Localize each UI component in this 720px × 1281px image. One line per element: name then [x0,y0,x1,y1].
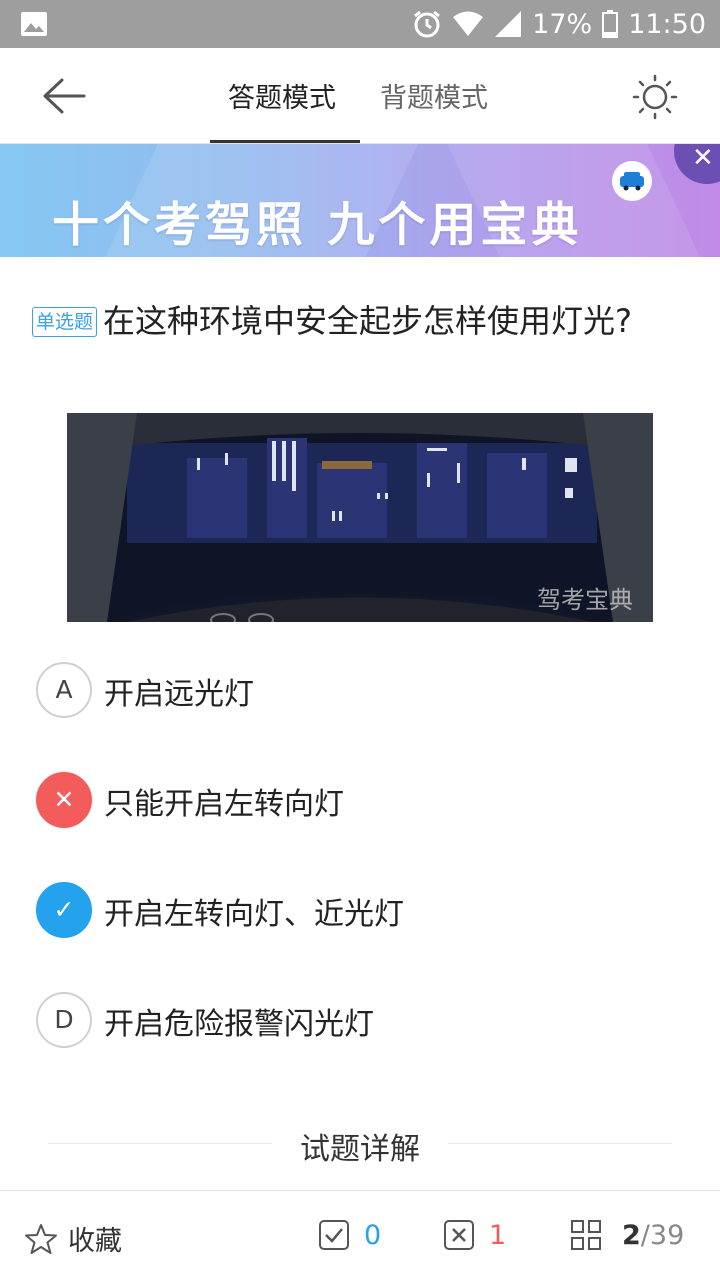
close-banner-button[interactable]: ✕ [674,144,720,184]
wrong-count-button[interactable]: 1 [443,1219,506,1251]
wrong-count: 1 [489,1219,507,1251]
alarm-icon [412,9,442,39]
favorite-button[interactable]: 收藏 [24,1219,122,1258]
battery-icon [602,10,619,38]
question-type-badge: 单选题 [32,307,98,337]
option-d[interactable]: D 开启危险报警闪光灯 [36,992,676,1048]
arrow-left-icon [43,78,86,114]
right-count-button[interactable]: 0 [318,1219,381,1251]
question-image: 驾考宝典 [67,413,653,622]
active-tab-indicator [210,140,360,143]
favorite-label: 收藏 [68,1226,122,1257]
grid-icon [571,1220,601,1250]
sun-icon [632,74,678,120]
option-text: 开启远光灯 [104,677,254,712]
clock: 11:50 [628,8,706,40]
image-watermark: 驾考宝典 [537,586,633,614]
tab-memorize-mode[interactable]: 背题模式 [380,76,488,115]
battery-percent: 17% [532,8,593,40]
total-questions: /39 [640,1219,685,1251]
back-button[interactable] [40,76,88,116]
option-c-correct[interactable]: ✓ 开启左转向灯、近光灯 [36,882,676,938]
bottom-bar: 收藏 0 1 2/39 [0,1190,720,1281]
status-bar: 17% 11:50 [0,0,720,48]
star-icon [25,1223,57,1254]
option-marker: A [36,662,92,718]
check-mark-icon: ✓ [36,882,92,938]
option-a[interactable]: A 开启远光灯 [36,662,676,718]
banner-slogan: 十个考驾照 九个用宝典 [52,198,583,253]
theme-toggle-button[interactable] [632,74,678,120]
explanation-title: 试题详解 [300,1132,420,1167]
option-text: 只能开启左转向灯 [104,787,344,822]
divider [448,1143,672,1144]
signal-icon [494,10,522,38]
car-logo-icon [612,161,652,201]
option-marker: D [36,992,92,1048]
checkbox-checked-icon [319,1220,349,1250]
option-text: 开启左转向灯、近光灯 [104,897,404,932]
question-list-button[interactable]: 2/39 [570,1219,684,1251]
image-icon [20,11,48,41]
wifi-icon [452,11,484,37]
tab-answer-mode[interactable]: 答题模式 [228,76,336,115]
close-icon: ✕ [692,144,714,173]
question-text: 在这种环境中安全起步怎样使用灯光? [103,302,633,340]
top-nav: 答题模式 背题模式 [0,48,720,144]
wrong-mark-icon: ✕ [36,772,92,828]
option-b-wrong[interactable]: ✕ 只能开启左转向灯 [36,772,676,828]
option-text: 开启危险报警闪光灯 [104,1007,374,1042]
right-count: 0 [364,1219,382,1251]
ad-banner[interactable]: 十个考驾照 九个用宝典 ✕ [0,144,720,257]
question: 单选题 在这种环境中安全起步怎样使用灯光? [32,298,682,345]
checkbox-x-icon [444,1220,474,1250]
current-question-number: 2 [622,1219,641,1251]
question-progress: 2/39 [622,1220,684,1251]
